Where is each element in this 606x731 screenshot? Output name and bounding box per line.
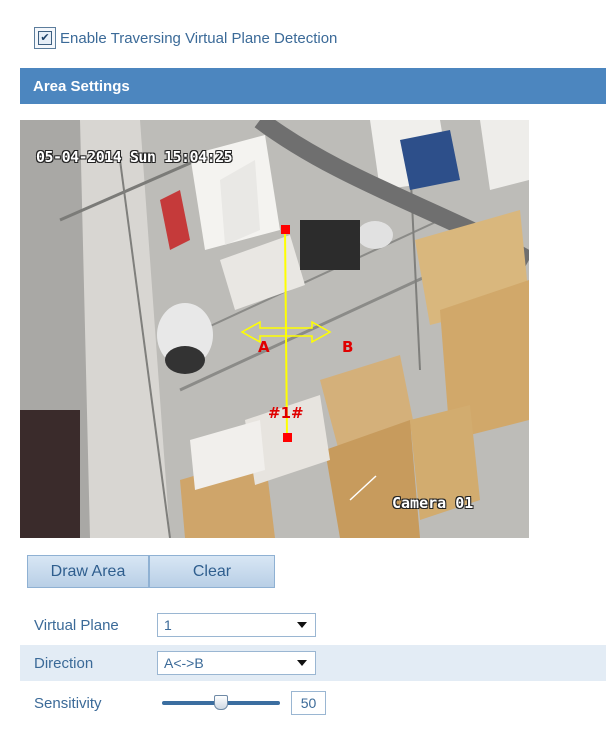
direction-label: Direction xyxy=(34,654,94,672)
virtual-plane-row: Virtual Plane 1 xyxy=(20,607,606,643)
plane-id-marker: #1# xyxy=(268,404,304,422)
direction-select[interactable]: A<->B xyxy=(157,651,316,675)
direction-value: A<->B xyxy=(164,655,204,671)
slider-thumb[interactable] xyxy=(214,695,228,710)
virtual-plane-label: Virtual Plane xyxy=(34,616,119,634)
virtual-plane-value: 1 xyxy=(164,617,172,633)
sensitivity-slider[interactable] xyxy=(162,691,280,715)
chevron-down-icon xyxy=(297,660,307,666)
camera-scene xyxy=(20,120,529,538)
direction-row: Direction A<->B xyxy=(20,645,606,681)
camera-preview[interactable]: 05-04-2014 Sun 15:04:25 Camera 01 A B #1… xyxy=(20,120,529,538)
enable-detection-checkbox[interactable]: ✔ xyxy=(34,27,56,49)
virtual-plane-select[interactable]: 1 xyxy=(157,613,316,637)
chevron-down-icon xyxy=(297,622,307,628)
sensitivity-row: Sensitivity 50 xyxy=(20,685,606,721)
enable-detection-row: ✔ Enable Traversing Virtual Plane Detect… xyxy=(34,26,337,50)
sensitivity-value[interactable]: 50 xyxy=(291,691,326,715)
side-a-marker: A xyxy=(258,338,270,356)
clear-button[interactable]: Clear xyxy=(149,555,275,588)
draw-area-button[interactable]: Draw Area xyxy=(27,555,149,588)
video-timestamp: 05-04-2014 Sun 15:04:25 xyxy=(36,148,233,166)
area-settings-header: Area Settings xyxy=(20,68,606,104)
sensitivity-label: Sensitivity xyxy=(34,694,102,712)
checkmark-icon: ✔ xyxy=(38,31,52,45)
area-settings-title: Area Settings xyxy=(33,77,130,95)
camera-name-osd: Camera 01 xyxy=(392,494,474,512)
enable-detection-label[interactable]: Enable Traversing Virtual Plane Detectio… xyxy=(60,30,337,47)
side-b-marker: B xyxy=(342,338,354,356)
